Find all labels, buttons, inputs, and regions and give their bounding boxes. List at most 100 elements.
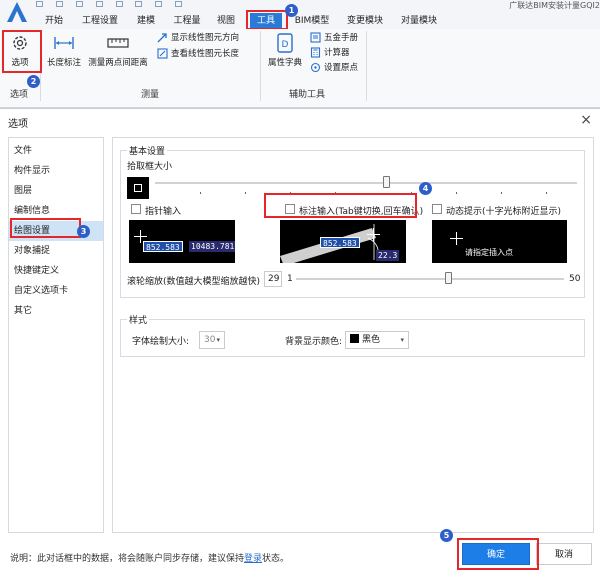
options-dialog: 选项 × 文件 构件显示 图层 编制信息 绘图设置 对象捕捉 快捷键定义 自定义…	[0, 108, 600, 577]
font-size-select[interactable]: 30 ▾	[199, 331, 225, 349]
options-nav-list: 文件 构件显示 图层 编制信息 绘图设置 对象捕捉 快捷键定义 自定义选项卡 其…	[8, 137, 104, 533]
highlight-options-button	[2, 30, 42, 73]
set-origin-button[interactable]: 设置原点	[310, 61, 358, 75]
pick-box-preview	[127, 177, 149, 199]
nav-item-component-display[interactable]: 构件显示	[9, 161, 103, 181]
measure-group-label: 测量	[141, 90, 160, 100]
direction-icon	[157, 32, 168, 43]
pick-box-size-label: 拾取框大小	[127, 162, 173, 172]
nav-item-custom-tabs[interactable]: 自定义选项卡	[9, 281, 103, 301]
tab-modeling[interactable]: 建模	[132, 13, 160, 29]
quick-access-icons	[36, 0, 192, 9]
step-badge-2: 2	[27, 75, 40, 88]
dynamic-hint-label: 动态提示(十字光标附近显示)	[446, 207, 562, 217]
dynamic-hint-preview: 请指定插入点	[432, 220, 567, 263]
group-separator	[366, 31, 367, 101]
nav-item-layers[interactable]: 图层	[9, 181, 103, 201]
attribute-dictionary-label: 属性字典	[267, 58, 302, 68]
calculator-icon	[310, 47, 321, 58]
step-badge-1: 1	[285, 4, 298, 17]
length-dimension-button[interactable]: 长度标注	[45, 33, 83, 68]
scroll-zoom-input[interactable]: 29	[264, 271, 282, 287]
pointer-input-preview: 852.583 10483.781	[129, 220, 235, 263]
highlight-tools-tab	[246, 10, 288, 30]
crosshair-icon	[450, 232, 463, 245]
tab-bim-model[interactable]: BIM模型	[290, 13, 334, 29]
scroll-zoom-max: 50	[569, 274, 581, 284]
step-badge-5: 5	[440, 529, 453, 542]
export-icon[interactable]	[155, 1, 163, 7]
tab-quantity[interactable]: 工程量	[168, 13, 206, 29]
background-color-value: 黑色	[362, 335, 381, 345]
dynamic-hint-checkbox[interactable]	[432, 204, 442, 214]
measure-distance-button[interactable]: 测量两点间距离	[86, 33, 150, 68]
length-dimension-icon	[54, 37, 74, 49]
ruler-icon	[107, 38, 129, 48]
scroll-zoom-min: 1	[287, 274, 293, 284]
more-icon[interactable]	[175, 1, 183, 7]
open-file-icon[interactable]	[55, 1, 63, 7]
dimension-angle-value: 22.3	[376, 250, 400, 261]
font-size-label: 字体绘制大小:	[132, 337, 190, 347]
view-length-button[interactable]: 查看线性图元长度	[157, 47, 239, 61]
calculator-button[interactable]: 计算器	[310, 46, 350, 60]
pick-box-square-icon	[134, 184, 142, 192]
pick-box-slider-thumb[interactable]	[383, 176, 391, 188]
save-icon[interactable]	[75, 1, 83, 7]
origin-icon	[310, 62, 321, 73]
slider-tick	[245, 192, 246, 194]
dialog-titlebar: 选项 ×	[0, 109, 600, 133]
tab-project-settings[interactable]: 工程设置	[76, 13, 124, 29]
highlight-dimension-input	[264, 193, 417, 218]
hardware-manual-label: 五金手册	[324, 33, 359, 43]
slider-tick	[546, 192, 547, 194]
footer-note-prefix: 说明：此对话框中的数据，将会随账户同步存储，建议保持	[10, 554, 245, 564]
tab-quantity-check[interactable]: 对量模块	[398, 13, 440, 29]
tab-start[interactable]: 开始	[40, 13, 68, 29]
nav-item-file[interactable]: 文件	[9, 141, 103, 161]
nav-item-other[interactable]: 其它	[9, 301, 103, 321]
group-separator	[260, 31, 261, 101]
nav-item-object-snap[interactable]: 对象捕捉	[9, 241, 103, 261]
login-link[interactable]: 登录	[244, 554, 262, 564]
view-length-label: 查看线性图元长度	[171, 49, 240, 59]
ribbon-toolbar: 选项 选项 长度标注 测量两点间距离 显示线性图元方向 查看线性图元长度 测量 …	[0, 29, 600, 108]
dialog-title: 选项	[8, 119, 28, 130]
pointer-input-label: 指针输入	[145, 207, 182, 217]
nav-item-shortcut-keys[interactable]: 快捷键定义	[9, 261, 103, 281]
crosshair-icon	[367, 228, 380, 241]
undo-icon[interactable]	[95, 1, 103, 7]
svg-text:D: D	[282, 40, 289, 50]
background-color-select[interactable]: 黑色 ▾	[345, 331, 409, 349]
color-swatch	[350, 334, 359, 343]
pointer-input-checkbox[interactable]	[131, 204, 141, 214]
print-icon[interactable]	[135, 1, 143, 7]
dynamic-hint-text: 请指定插入点	[465, 248, 513, 257]
tab-view[interactable]: 视图	[212, 13, 240, 29]
cancel-button[interactable]: 取消	[536, 543, 592, 565]
pointer-coord-x: 852.583	[143, 241, 183, 252]
quick-access-toolbar: 广联达BIM安装计量GQI2	[0, 0, 600, 22]
step-badge-4: 4	[419, 182, 432, 195]
redo-icon[interactable]	[115, 1, 123, 7]
footer-note: 说明：此对话框中的数据，将会随账户同步存储，建议保持登录状态。	[10, 551, 289, 564]
chevron-down-icon: ▾	[216, 336, 220, 344]
calculator-label: 计算器	[324, 48, 350, 58]
new-file-icon[interactable]	[36, 1, 43, 7]
pick-box-slider-track[interactable]	[155, 182, 577, 184]
attribute-dictionary-button[interactable]: D 属性字典	[266, 33, 304, 68]
dictionary-icon: D	[277, 33, 293, 53]
basic-settings-label: 基本设置	[127, 144, 168, 157]
dimension-input-preview: 852.583 22.3	[280, 220, 406, 263]
font-size-value: 30	[204, 335, 216, 345]
close-icon[interactable]: ×	[580, 112, 592, 128]
scroll-zoom-slider-thumb[interactable]	[445, 272, 453, 284]
manual-icon	[310, 32, 321, 43]
hardware-manual-button[interactable]: 五金手册	[310, 31, 358, 45]
chevron-down-icon: ▾	[400, 336, 404, 344]
show-direction-button[interactable]: 显示线性图元方向	[157, 31, 239, 45]
slider-tick	[456, 192, 457, 194]
line-length-icon	[157, 48, 168, 59]
tab-change-module[interactable]: 变更模块	[344, 13, 386, 29]
scroll-zoom-slider-track[interactable]	[296, 278, 564, 280]
